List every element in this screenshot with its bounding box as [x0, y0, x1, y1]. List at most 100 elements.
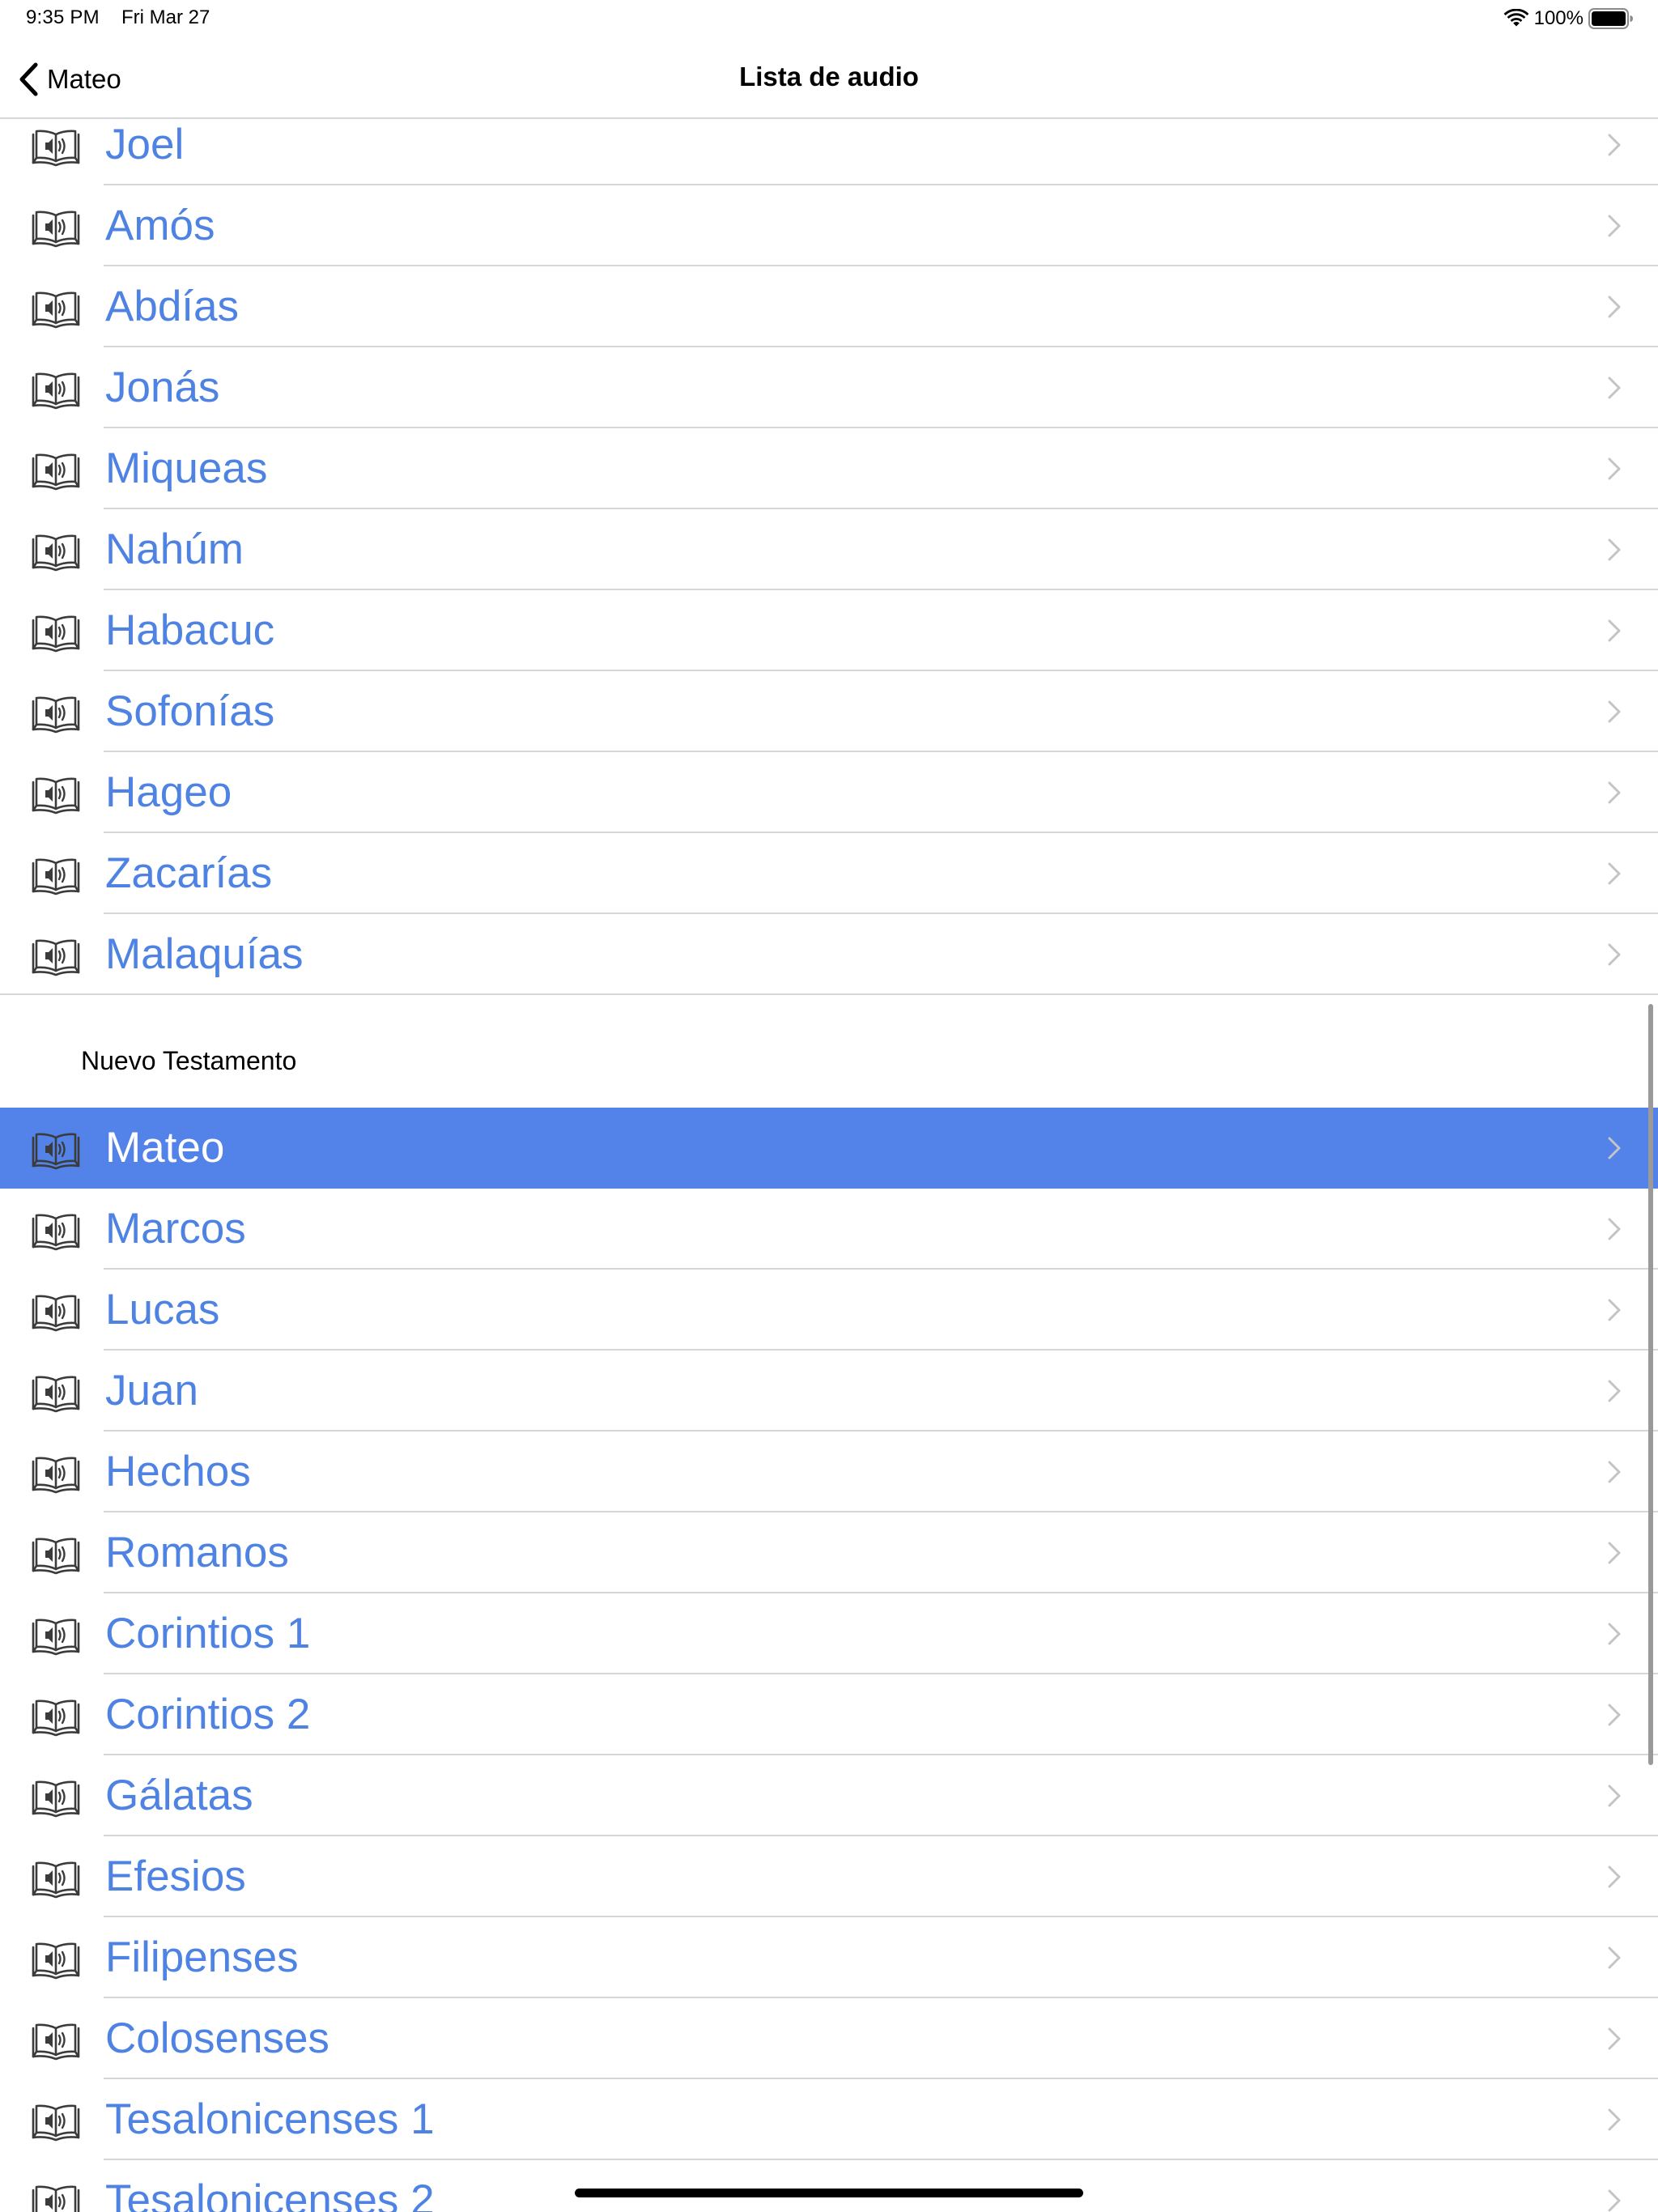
chevron-right-icon [1608, 1784, 1621, 1807]
navigation-bar: Mateo Lista de audio [0, 37, 1658, 119]
list-item[interactable]: Corintios 1 [0, 1593, 1658, 1674]
list-item[interactable]: Romanos [0, 1512, 1658, 1593]
status-time: 9:35 PM [26, 6, 100, 28]
list-item[interactable]: Tesalonicenses 1 [0, 2079, 1658, 2160]
list-item[interactable]: Zacarías [0, 833, 1658, 914]
chevron-right-icon [1608, 1380, 1621, 1402]
chevron-right-icon [1608, 2189, 1621, 2212]
audio-book-icon [32, 939, 80, 976]
list-item[interactable]: Malaquías [0, 914, 1658, 995]
battery-icon [1588, 8, 1633, 29]
list-item[interactable]: Abdías [0, 266, 1658, 347]
audio-book-icon [32, 1295, 80, 1332]
chevron-right-icon [1608, 1865, 1621, 1888]
list-item-label: Malaquías [105, 930, 304, 978]
list-item-label: Amós [105, 202, 215, 249]
list-item-label: Tesalonicenses 1 [105, 2095, 435, 2143]
chevron-right-icon [1608, 2027, 1621, 2050]
list-item[interactable]: Lucas [0, 1270, 1658, 1351]
list-item-label: Joel [105, 121, 185, 168]
status-date: Fri Mar 27 [121, 6, 210, 28]
chevron-right-icon [1608, 134, 1621, 156]
chevron-right-icon [1608, 457, 1621, 480]
list-item-label: Corintios 2 [105, 1691, 311, 1738]
status-bar: 9:35 PM Fri Mar 27 100% [0, 0, 1658, 37]
section-header: Nuevo Testamento [81, 1046, 297, 1075]
list-item-label: Abdías [105, 283, 240, 330]
chevron-right-icon [1608, 2108, 1621, 2131]
list-item-label: Sofonías [105, 687, 275, 735]
audio-book-icon [32, 615, 80, 653]
audio-book-icon [32, 211, 80, 248]
list-item-label: Filipenses [105, 1933, 299, 1981]
chevron-right-icon [1608, 538, 1621, 561]
list-item-label: Jonás [105, 364, 220, 411]
chevron-right-icon [1608, 1623, 1621, 1645]
list-item-label: Nahúm [105, 525, 244, 573]
wifi-icon [1503, 9, 1529, 27]
list-item[interactable]: Juan [0, 1351, 1658, 1431]
list-item[interactable]: Habacuc [0, 590, 1658, 671]
list-item[interactable]: Hageo [0, 752, 1658, 833]
list-item[interactable]: Jonás [0, 347, 1658, 428]
list-item[interactable]: Gálatas [0, 1755, 1658, 1836]
chevron-right-icon [1608, 862, 1621, 885]
chevron-right-icon [1608, 1946, 1621, 1969]
audio-book-icon [32, 777, 80, 815]
scroll-indicator[interactable] [1648, 1004, 1653, 1765]
list-item[interactable]: Nahúm [0, 509, 1658, 590]
list-item[interactable]: Colosenses [0, 1998, 1658, 2079]
audio-book-icon [32, 1457, 80, 1494]
chevron-right-icon [1608, 619, 1621, 642]
list-item-label: Mateo [105, 1124, 225, 1172]
list-item[interactable]: Hechos [0, 1431, 1658, 1512]
list-item-label: Corintios 1 [105, 1610, 311, 1657]
chevron-right-icon [1608, 1299, 1621, 1321]
list-item-label: Hechos [105, 1448, 251, 1495]
audio-book-icon [32, 1133, 80, 1170]
list-item-label: Marcos [105, 1205, 246, 1253]
chevron-right-icon [1608, 376, 1621, 399]
chevron-right-icon [1608, 1542, 1621, 1564]
audio-book-icon [32, 534, 80, 572]
list-item[interactable]: Mateo [0, 1108, 1658, 1189]
list-item-label: Juan [105, 1367, 198, 1414]
list-item[interactable]: Sofonías [0, 671, 1658, 752]
audio-book-icon [32, 696, 80, 734]
chevron-right-icon [1608, 1704, 1621, 1726]
audio-book-icon [32, 1538, 80, 1575]
chevron-right-icon [1608, 1137, 1621, 1159]
list-item-label: Efesios [105, 1853, 246, 1900]
chevron-right-icon [1608, 1218, 1621, 1240]
audio-book-icon [32, 291, 80, 329]
list-item[interactable]: Marcos [0, 1189, 1658, 1270]
audio-book-icon [32, 2185, 80, 2212]
audio-book-list[interactable]: Joel Amós Abdías Jonás Miqueas Nahúm Hab… [0, 119, 1658, 2212]
audio-book-icon [32, 372, 80, 410]
list-item[interactable]: Amós [0, 185, 1658, 266]
list-item[interactable]: Tesalonicenses 2 [0, 2160, 1658, 2212]
audio-book-icon [32, 2104, 80, 2142]
home-indicator[interactable] [575, 2189, 1083, 2197]
chevron-right-icon [1608, 781, 1621, 804]
chevron-right-icon [1608, 700, 1621, 723]
list-item-label: Romanos [105, 1529, 289, 1576]
audio-book-icon [32, 1780, 80, 1818]
list-item[interactable]: Efesios [0, 1836, 1658, 1917]
page-title: Lista de audio [739, 62, 919, 91]
list-item[interactable]: Corintios 2 [0, 1674, 1658, 1755]
status-indicators: 100% [1503, 6, 1634, 32]
list-item[interactable]: Joel [0, 119, 1658, 185]
list-item[interactable]: Filipenses [0, 1917, 1658, 1998]
audio-book-icon [32, 1942, 80, 1980]
list-item[interactable]: Miqueas [0, 428, 1658, 509]
battery-percentage: 100% [1533, 7, 1584, 29]
chevron-right-icon [1608, 296, 1621, 318]
chevron-right-icon [1608, 215, 1621, 237]
list-item-label: Colosenses [105, 2014, 329, 2062]
audio-book-icon [32, 1214, 80, 1251]
list-item-label: Zacarías [105, 849, 273, 897]
audio-book-icon [32, 1699, 80, 1737]
list-item-label: Tesalonicenses 2 [105, 2176, 435, 2212]
list-item-label: Hageo [105, 768, 232, 816]
